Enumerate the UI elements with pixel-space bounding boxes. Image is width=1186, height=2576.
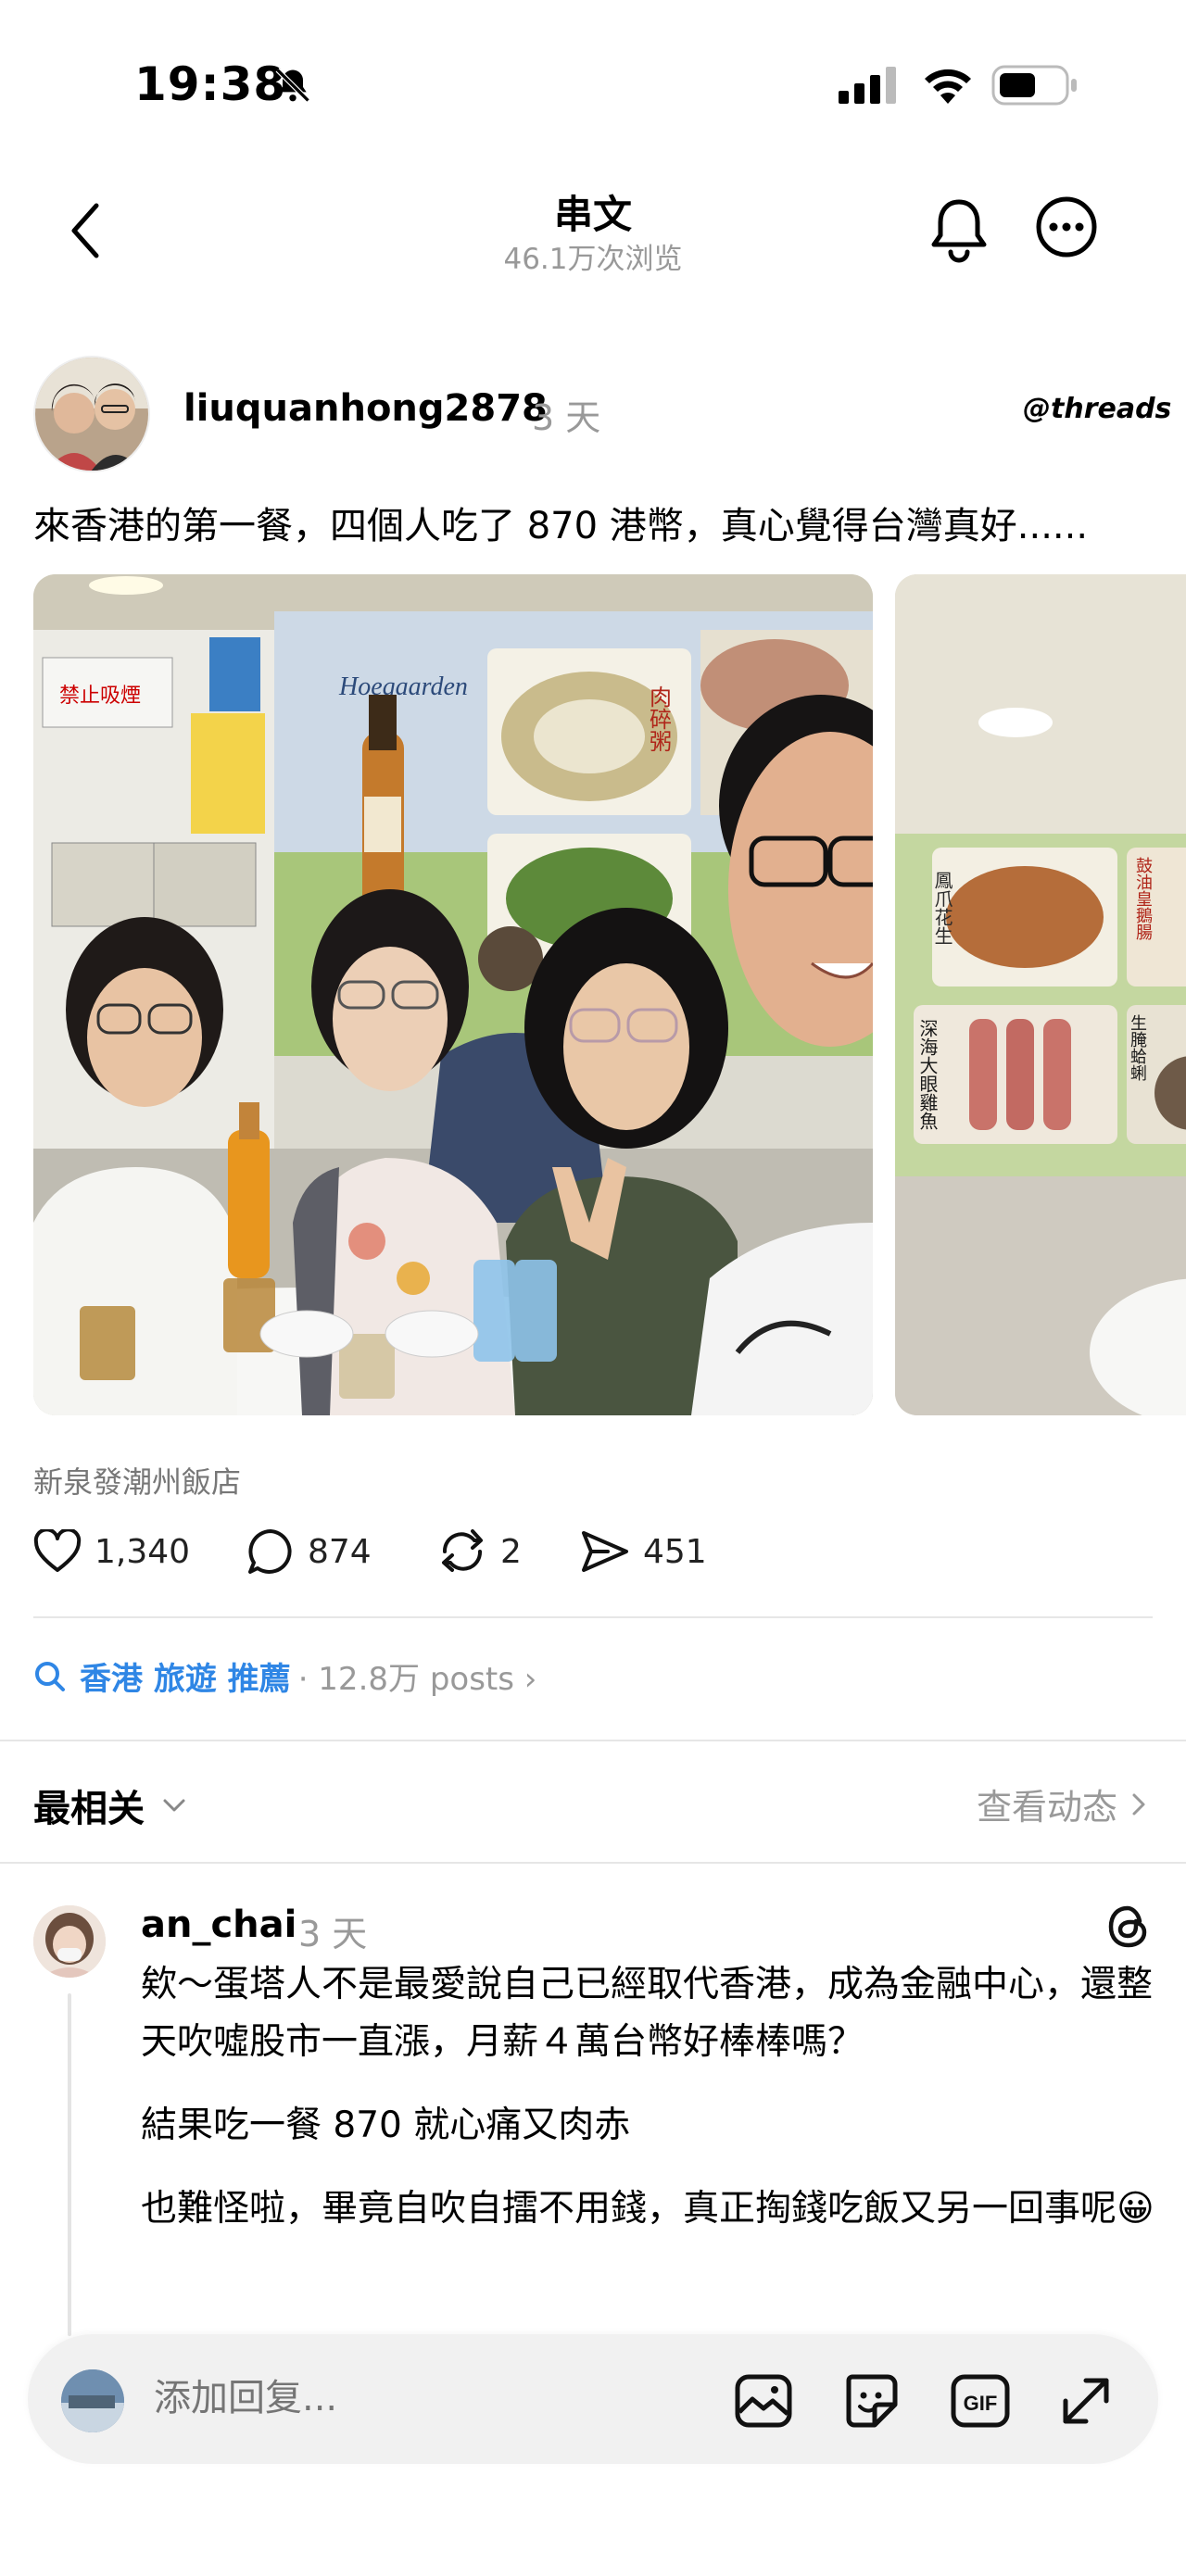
repost-icon [442,1529,483,1572]
like-button[interactable]: 1,340 [33,1519,190,1584]
threads-logo-icon: @ [1023,393,1051,425]
photo-dish-label-3: 深海大眼雞魚 [916,1019,938,1130]
reply-input[interactable] [154,2377,710,2419]
view-activity-link[interactable]: 查看动态 [977,1778,1153,1829]
my-avatar [61,2369,124,2432]
post-time: 3 天 [532,397,601,438]
repost-count: 2 [500,1532,522,1571]
more-options-icon[interactable] [1034,195,1099,259]
topic-tag-row[interactable]: 香港 旅遊 推薦 · 12.8万 posts › [33,1653,536,1699]
sort-dropdown[interactable]: 最相关 [33,1778,193,1832]
page-title: 串文 [553,192,632,237]
wifi-icon [925,69,971,104]
status-bar: 19:38 [0,0,1186,176]
notification-bell-icon[interactable] [928,195,990,263]
reply-bar: GIF [28,2334,1158,2464]
author-avatar[interactable] [33,356,150,472]
author-username[interactable]: liuquanhong2878 [183,387,548,430]
photo-dish-label-2: 鼓油皇鵝腸 [1134,857,1153,941]
thread-line [68,1993,71,2336]
comment-button[interactable]: 874 [246,1519,372,1584]
photo-carousel[interactable]: 禁止吸煙 Hoegaarden 肉碎粥 鳳爪花生 鼓油皇鵝腸 深海大眼雞魚 生腌… [0,574,1186,1417]
home-indicator-area [0,2501,1186,2576]
post-photo[interactable]: 禁止吸煙 Hoegaarden 肉碎粥 [33,574,873,1415]
threads-watermark: @threads [1023,393,1172,425]
post-actions: 1,340 874 2 451 [33,1519,1145,1584]
status-time: 19:38 [134,57,287,111]
battery-icon [991,65,1077,106]
post-body: 來香港的第一餐，四個人吃了 870 港幣，真心覺得台灣真好...... [33,505,1089,547]
topic-post-count: · 12.8万 posts › [297,1661,537,1698]
topic-tag[interactable]: 香港 旅遊 推薦 [80,1653,291,1699]
top-nav: 串文 46.1万次浏览 [0,176,1186,296]
post-photo-next[interactable]: 鳳爪花生 鼓油皇鵝腸 深海大眼雞魚 生腌蛤蜊 [895,574,1186,1415]
photo-dish-label-1: 鳳爪花生 [931,871,953,945]
comment-bubble-icon [248,1529,292,1574]
photo-brand-sign: Hoegaarden [338,672,468,701]
divider [33,1616,1153,1618]
comment-time: 3 天 [298,1914,368,1954]
search-icon [35,1661,65,1691]
expand-icon[interactable] [1054,2369,1117,2432]
image-picker-icon[interactable] [732,2369,795,2432]
gif-icon[interactable]: GIF [949,2369,1012,2432]
view-count: 46.1万次浏览 [503,243,683,276]
send-icon [582,1531,628,1572]
commenter-username[interactable]: an_chai [141,1904,296,1946]
divider [0,1740,1186,1741]
sticker-icon[interactable] [839,2369,902,2432]
chevron-right-icon [1132,1793,1145,1815]
sort-row: 最相关 查看动态 [0,1769,1186,1843]
view-activity-label: 查看动态 [976,1787,1117,1828]
silent-mode-icon [275,68,310,103]
share-count: 451 [643,1532,707,1571]
threads-app-icon[interactable] [1103,1901,1154,1953]
sort-label: 最相关 [33,1788,145,1830]
location-tag[interactable]: 新泉發潮州飯店 [33,1459,241,1502]
svg-text:GIF: GIF [964,2392,998,2415]
comment-paragraph: 結果吃一餐 870 就心痛又肉赤 [141,2105,631,2146]
photo-dish-sign: 肉碎粥 [646,685,672,752]
commenter-avatar[interactable] [33,1905,106,1978]
comment-paragraph: 也難怪啦，畢竟自吹自擂不用錢，真正掏錢吃飯又另一回事呢😀 [141,2188,1154,2230]
comment-count: 874 [308,1532,372,1571]
cellular-signal-icon [839,67,896,104]
divider [0,1862,1186,1864]
comment-paragraph: 欸～蛋塔人不是最愛說自己已經取代香港，成為金融中心，還整天吹噓股市一直漲，月薪４… [141,1964,1154,2063]
heart-icon [33,1529,82,1572]
share-button[interactable]: 451 [580,1519,707,1584]
like-count: 1,340 [95,1532,191,1571]
chevron-down-icon [163,1799,185,1812]
repost-button[interactable]: 2 [437,1519,522,1584]
photo-dish-label-4: 生腌蛤蜊 [1129,1014,1147,1081]
photo-sign-no-smoking: 禁止吸煙 [59,684,141,707]
